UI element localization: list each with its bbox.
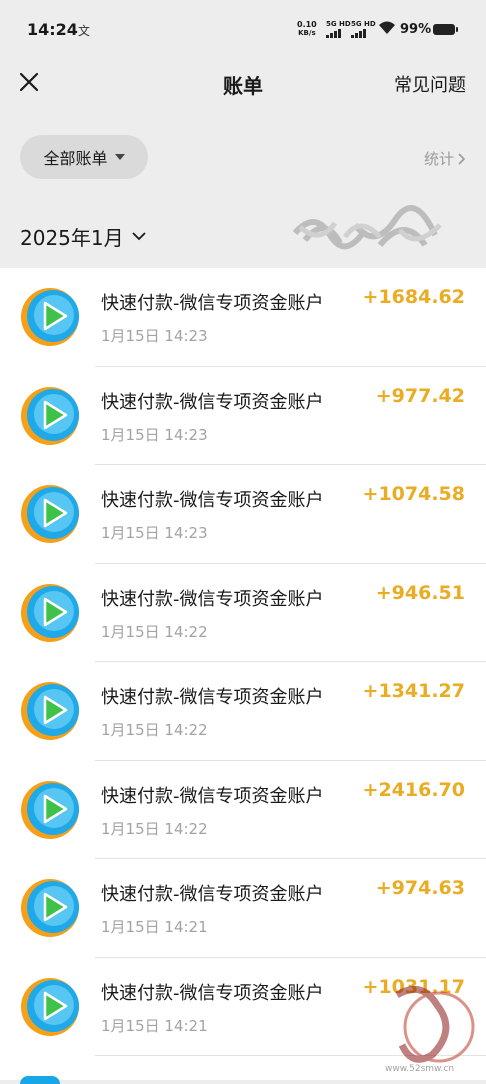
tencent-video-app-icon xyxy=(20,878,80,938)
transaction-time: 1月15日 14:23 xyxy=(101,327,208,345)
row-divider xyxy=(95,1055,486,1056)
transaction-list: 快速付款-微信专项资金账户 1月15日 14:23 +1684.62 快速付款-… xyxy=(0,268,486,1080)
caret-down-icon xyxy=(114,154,125,160)
transaction-title: 快速付款-微信专项资金账户 xyxy=(101,293,324,314)
sim2-signal-icon: 5G HD xyxy=(351,20,376,38)
chevron-down-icon xyxy=(131,232,146,241)
transaction-time: 1月15日 14:22 xyxy=(101,622,208,641)
tencent-video-app-icon xyxy=(20,583,80,643)
transaction-title: 快速付款-微信专项资金账户 xyxy=(101,785,324,807)
transaction-time: 1月15日 14:21 xyxy=(101,1016,208,1035)
transaction-amount: +2416.70 xyxy=(362,778,465,801)
faq-link[interactable]: 常见问题 xyxy=(394,71,466,97)
status-time: 14:24 xyxy=(27,20,78,39)
transaction-amount: +1341.27 xyxy=(362,680,465,702)
transaction-row[interactable]: 快速付款-微信专项资金账户 1月15日 14:23 +1684.62 xyxy=(0,268,486,367)
tencent-video-app-icon xyxy=(20,780,80,840)
tencent-video-app-icon xyxy=(20,386,80,446)
transaction-amount: +946.51 xyxy=(375,581,465,604)
transaction-time: 1月15日 14:22 xyxy=(101,819,208,838)
month-label: 2025年1月 xyxy=(20,226,124,250)
transaction-row[interactable]: 快速付款-微信专项资金账户 1月15日 14:22 +1341.27 xyxy=(0,662,486,761)
transaction-time: 1月15日 14:22 xyxy=(101,721,208,739)
transaction-title: 快速付款-微信专项资金账户 xyxy=(101,588,324,610)
transaction-title: 快速付款-微信专项资金账户 xyxy=(101,982,324,1004)
transaction-row[interactable]: 快速付款-微信专项资金账户 1月15日 14:23 +977.42 xyxy=(0,367,486,465)
redaction-scribble xyxy=(292,205,442,250)
transaction-time: 1月15日 14:21 xyxy=(101,918,208,936)
sim1-signal-icon: 5G HD xyxy=(326,20,351,38)
tencent-video-app-icon xyxy=(20,977,80,1037)
nav-bar: 账单 常见问题 xyxy=(0,58,486,108)
notification-icon: 文 xyxy=(78,24,91,38)
transaction-row[interactable]: 快速付款-微信专项资金账户 1月15日 14:22 +2416.70 xyxy=(0,761,486,859)
transaction-row[interactable]: 快速付款-微信专项资金账户 1月15日 14:21 +1031.17 xyxy=(0,958,486,1056)
transaction-amount: +977.42 xyxy=(375,384,465,407)
status-bar: 14:24 文 0.10 KB/s 5G HD 5G HD 99% xyxy=(0,0,486,58)
chevron-right-icon xyxy=(458,152,466,165)
transaction-row[interactable]: 快速付款-微信专项资金账户 1月15日 14:23 +1074.58 xyxy=(0,465,486,564)
network-speed-unit: KB/s xyxy=(298,29,316,37)
transaction-row[interactable]: 快速付款-微信专项资金账户 1月15日 14:21 +974.63 xyxy=(0,859,486,958)
transaction-title: 快速付款-微信专项资金账户 xyxy=(101,391,324,413)
transaction-title: 快速付款-微信专项资金账户 xyxy=(101,490,324,511)
battery-percent: 99% xyxy=(400,22,432,37)
transaction-time: 1月15日 14:23 xyxy=(101,425,208,444)
transaction-row[interactable]: 快速付款-微信专项资金账户 1月15日 14:22 +946.51 xyxy=(0,564,486,662)
month-selector[interactable]: 2025年1月 xyxy=(20,222,146,251)
network-speed: 0.10 KB/s xyxy=(297,20,317,38)
wifi-icon xyxy=(379,21,395,34)
bill-filter-button[interactable]: 全部账单 xyxy=(20,135,148,179)
transaction-amount: +974.63 xyxy=(375,877,465,899)
transaction-amount: +1074.58 xyxy=(362,483,465,505)
tencent-video-app-icon xyxy=(20,287,80,347)
transaction-amount: +1684.62 xyxy=(362,286,465,308)
tencent-video-app-icon xyxy=(20,681,80,741)
transaction-title: 快速付款-微信专项资金账户 xyxy=(101,687,324,708)
bill-filter-label: 全部账单 xyxy=(43,149,108,168)
network-speed-value: 0.10 xyxy=(297,20,317,29)
transaction-title: 快速付款-微信专项资金账户 xyxy=(101,884,324,905)
battery-icon xyxy=(433,24,458,35)
transaction-time: 1月15日 14:23 xyxy=(101,524,208,542)
statistics-link[interactable]: 统计 xyxy=(424,148,466,169)
transaction-amount: +1031.17 xyxy=(362,975,465,998)
next-item-avatar-partial xyxy=(20,1076,60,1084)
tencent-video-app-icon xyxy=(20,484,80,544)
statistics-label: 统计 xyxy=(423,150,454,168)
